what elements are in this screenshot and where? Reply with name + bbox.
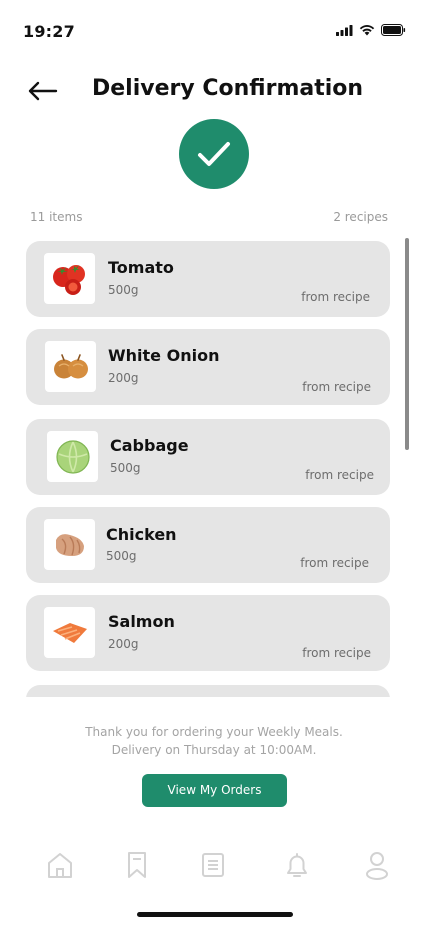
back-button[interactable]	[26, 78, 60, 104]
item-source: from recipe	[305, 468, 374, 482]
list-scrollbar[interactable]	[405, 238, 409, 450]
item-name: Chicken	[106, 525, 177, 544]
delivery-info-line: Delivery on Thursday at 10:00AM.	[111, 743, 317, 757]
item-source: from recipe	[300, 556, 369, 570]
item-quantity: 500g	[108, 283, 139, 297]
cabbage-icon	[55, 439, 90, 474]
home-icon	[48, 853, 72, 878]
status-icons	[336, 24, 406, 36]
nav-profile[interactable]	[357, 845, 397, 885]
chicken-icon	[55, 533, 84, 556]
recipes-count: 2 recipes	[333, 210, 388, 224]
salmon-icon	[52, 622, 87, 643]
thank-you-message: Thank you for ordering your Weekly Meals…	[0, 723, 428, 759]
ingredient-list[interactable]: Tomato 500g from recipe White Onion 200g…	[0, 241, 428, 697]
battery-icon	[381, 24, 406, 36]
item-quantity: 200g	[108, 371, 139, 385]
item-thumbnail	[44, 253, 95, 304]
header: Delivery Confirmation	[0, 70, 428, 114]
item-thumbnail	[45, 341, 96, 392]
nav-notifications[interactable]	[277, 845, 317, 885]
list-item[interactable]: Tomato 500g from recipe	[26, 241, 390, 317]
nav-bookmarks[interactable]	[117, 845, 157, 885]
item-name: White Onion	[108, 346, 220, 365]
profile-icon	[366, 852, 388, 880]
arrow-left-icon	[28, 81, 58, 101]
list-item[interactable]: Chicken 500g from recipe	[26, 507, 390, 583]
item-thumbnail	[47, 431, 98, 482]
signal-icon	[336, 24, 353, 36]
item-thumbnail	[44, 607, 95, 658]
thank-you-line: Thank you for ordering your Weekly Meals…	[85, 725, 343, 739]
list-item[interactable]	[26, 685, 390, 697]
bottom-nav	[0, 845, 428, 885]
check-icon	[198, 142, 230, 166]
item-source: from recipe	[301, 290, 370, 304]
item-source: from recipe	[302, 646, 371, 660]
wifi-icon	[359, 25, 375, 36]
view-my-orders-button[interactable]: View My Orders	[142, 774, 287, 807]
list-item[interactable]: White Onion 200g from recipe	[26, 329, 390, 405]
item-name: Cabbage	[110, 436, 189, 455]
list-item[interactable]: Cabbage 500g from recipe	[26, 419, 390, 495]
page-title: Delivery Confirmation	[92, 76, 364, 101]
items-count: 11 items	[30, 210, 83, 224]
item-name: Tomato	[108, 258, 174, 277]
confirmation-badge	[179, 119, 249, 189]
item-quantity: 200g	[108, 637, 139, 651]
item-quantity: 500g	[110, 461, 141, 475]
tomato-icon	[52, 264, 85, 295]
list-item[interactable]: Salmon 200g from recipe	[26, 595, 390, 671]
nav-home[interactable]	[40, 845, 80, 885]
status-time: 19:27	[23, 22, 75, 41]
item-thumbnail	[44, 519, 95, 570]
item-source: from recipe	[302, 380, 371, 394]
bell-icon	[287, 853, 307, 877]
home-indicator	[137, 912, 293, 917]
nav-list[interactable]	[193, 845, 233, 885]
list-icon	[202, 853, 224, 877]
status-bar: 19:27	[0, 0, 428, 50]
bookmark-icon	[128, 852, 146, 878]
onion-icon	[53, 353, 88, 378]
item-quantity: 500g	[106, 549, 137, 563]
item-name: Salmon	[108, 612, 175, 631]
